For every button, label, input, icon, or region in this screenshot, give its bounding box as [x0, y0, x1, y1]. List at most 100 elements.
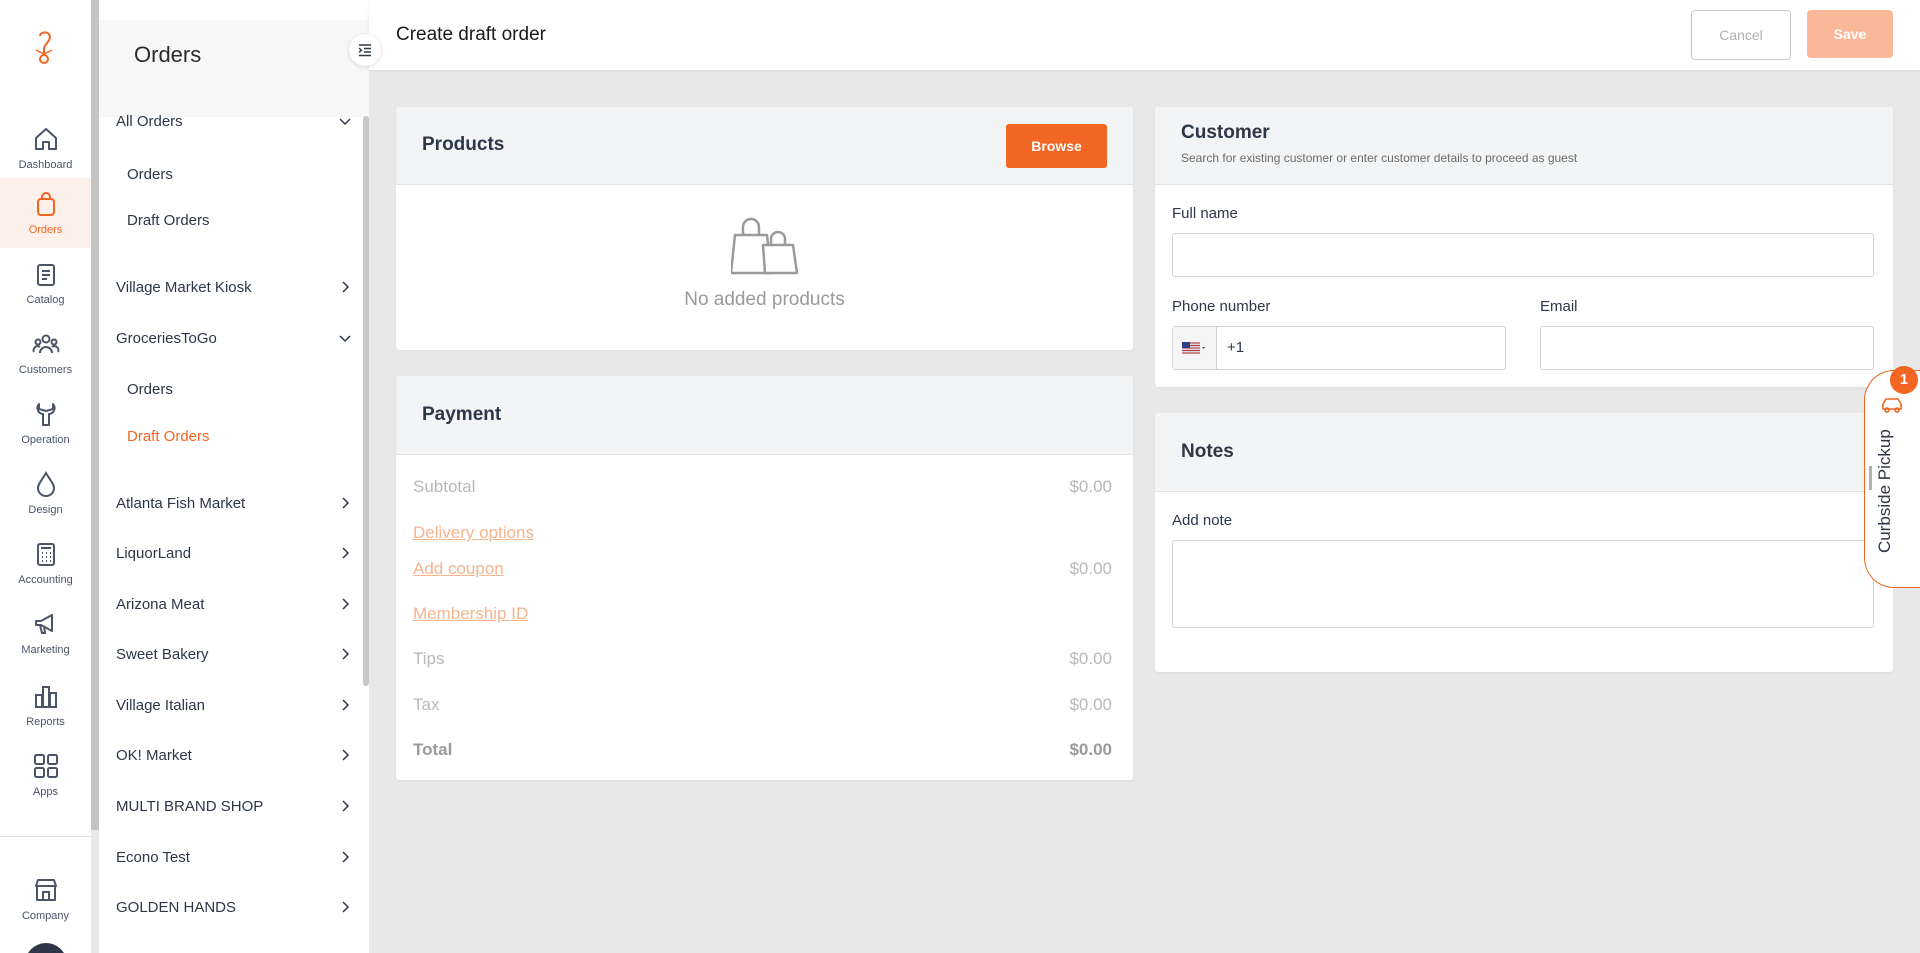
subnav-group-atlanta-fish-market[interactable]: Atlanta Fish Market	[116, 483, 352, 523]
full-name-label: Full name	[1172, 205, 1238, 222]
subnav-group-all-orders[interactable]: All Orders	[116, 101, 352, 141]
chevron-right-icon	[342, 800, 350, 812]
nav-label: Marketing	[21, 644, 70, 656]
phone-number-value: +1	[1227, 339, 1245, 356]
save-button[interactable]: Save	[1807, 10, 1893, 58]
subnav-all-orders-orders[interactable]: Orders	[127, 166, 173, 183]
subnav-scrollbar[interactable]	[363, 116, 369, 686]
browse-button[interactable]: Browse	[1006, 124, 1107, 168]
wrench-icon	[35, 403, 56, 426]
subnav-groceriestogo-draft[interactable]: Draft Orders	[127, 428, 210, 445]
calculator-icon	[36, 543, 55, 566]
customer-subtitle: Search for existing customer or enter cu…	[1181, 151, 1578, 165]
nav-design[interactable]: Design	[0, 458, 91, 528]
subnav-group-groceriestogo[interactable]: GroceriesToGo	[116, 318, 352, 358]
subtotal-row: Subtotal $0.00	[413, 477, 1112, 496]
nav-accounting[interactable]: Accounting	[0, 528, 91, 598]
shopping-bags-icon	[731, 217, 799, 275]
notes-card: Notes Add note	[1155, 413, 1893, 672]
subnav-group-sweet-bakery[interactable]: Sweet Bakery	[116, 634, 352, 674]
subnav-group-liquorland[interactable]: LiquorLand	[116, 533, 352, 573]
nav-reports[interactable]: Reports	[0, 670, 91, 740]
chevron-right-icon	[342, 648, 350, 660]
nav-apps[interactable]: Apps	[0, 740, 91, 810]
nav-catalog[interactable]: Catalog	[0, 248, 91, 318]
megaphone-icon	[34, 614, 53, 634]
nav-orders[interactable]: Orders	[0, 178, 91, 248]
chevron-right-icon	[342, 901, 350, 913]
notes-title: Notes	[1181, 441, 1234, 462]
subnav-all-orders-draft[interactable]: Draft Orders	[127, 212, 210, 229]
bar-chart-icon	[34, 686, 57, 708]
nav-label: Orders	[28, 224, 63, 236]
chevron-right-icon	[342, 547, 350, 559]
country-code-select[interactable]	[1173, 327, 1217, 369]
nav-label: Dashboard	[18, 159, 73, 171]
rail-scrollbar[interactable]	[91, 0, 99, 830]
delivery-options-row: Delivery options	[413, 523, 1112, 543]
chevron-right-icon	[342, 851, 350, 863]
nav-operation[interactable]: Operation	[0, 388, 91, 458]
us-flag-icon	[1182, 342, 1205, 354]
curbside-drag-handle[interactable]	[1869, 466, 1872, 490]
chevron-right-icon	[342, 598, 350, 610]
subnav-group-golden-hands[interactable]: GOLDEN HANDS	[116, 887, 352, 927]
nav-label: Customers	[18, 364, 73, 376]
chevron-right-icon	[342, 749, 350, 761]
nav-customers[interactable]: Customers	[0, 318, 91, 388]
nav-dashboard[interactable]: Dashboard	[0, 113, 91, 183]
rail-divider	[0, 836, 91, 837]
brand-logo-icon[interactable]	[30, 28, 60, 72]
total-row: Total $0.00	[413, 740, 1112, 759]
nav-label: Reports	[26, 716, 65, 728]
delivery-options-link[interactable]: Delivery options	[413, 523, 534, 543]
clipboard-icon	[36, 264, 55, 286]
subnav-group-ok-market[interactable]: OK! Market	[116, 735, 352, 775]
car-icon	[1882, 398, 1902, 413]
orders-subnav: Orders All Orders Orders Draft Orders Vi…	[99, 0, 369, 953]
email-field[interactable]	[1540, 326, 1874, 370]
subnav-group-econo-test[interactable]: Econo Test	[116, 837, 352, 877]
collapse-sidebar-button[interactable]	[349, 34, 381, 66]
shopping-bag-icon	[36, 192, 55, 216]
subnav-groceriestogo-orders[interactable]: Orders	[127, 381, 173, 398]
nav-label: Accounting	[18, 574, 73, 586]
phone-number-field[interactable]: +1	[1172, 326, 1506, 370]
nav-label: Operation	[21, 434, 70, 446]
coupon-row: Add coupon $0.00	[413, 559, 1112, 579]
notes-card-header: Notes	[1155, 413, 1893, 492]
curbside-pickup-label: Curbside Pickup	[1875, 429, 1894, 553]
avatar[interactable]	[25, 943, 67, 953]
users-icon	[32, 334, 59, 354]
droplet-icon	[36, 470, 55, 497]
subnav-group-arizona-meat[interactable]: Arizona Meat	[116, 584, 352, 624]
add-note-label: Add note	[1172, 512, 1233, 529]
nav-company[interactable]: Company	[0, 864, 91, 934]
subnav-group-multi-brand-shop[interactable]: MULTI BRAND SHOP	[116, 786, 352, 826]
customer-card: Customer Search for existing customer or…	[1155, 107, 1893, 387]
note-textarea[interactable]	[1172, 540, 1874, 628]
page-title: Create draft order	[396, 24, 546, 45]
page-header: Create draft order Cancel Save	[369, 0, 1920, 70]
apps-grid-icon	[33, 754, 58, 778]
products-title: Products	[422, 134, 505, 155]
curbside-count-badge: 1	[1890, 366, 1918, 394]
subnav-group-village-market-kiosk[interactable]: Village Market Kiosk	[116, 267, 352, 307]
email-label: Email	[1540, 298, 1578, 315]
chevron-down-icon	[339, 335, 351, 343]
chevron-down-icon	[339, 118, 351, 126]
customer-title: Customer	[1181, 122, 1270, 143]
add-coupon-link[interactable]: Add coupon	[413, 559, 504, 579]
nav-label: Company	[21, 910, 70, 922]
membership-row: Membership ID	[413, 604, 1112, 624]
indent-list-icon	[358, 44, 371, 57]
home-icon	[34, 128, 57, 150]
full-name-field[interactable]	[1172, 233, 1874, 277]
subnav-group-village-italian[interactable]: Village Italian	[116, 685, 352, 725]
membership-id-link[interactable]: Membership ID	[413, 604, 528, 624]
nav-marketing[interactable]: Marketing	[0, 598, 91, 668]
products-card: Products Browse No added products	[396, 107, 1133, 350]
tips-row: Tips $0.00	[413, 649, 1112, 668]
main-nav-rail: Dashboard Orders Catalog Customers Opera…	[0, 0, 91, 953]
cancel-button[interactable]: Cancel	[1691, 10, 1791, 60]
